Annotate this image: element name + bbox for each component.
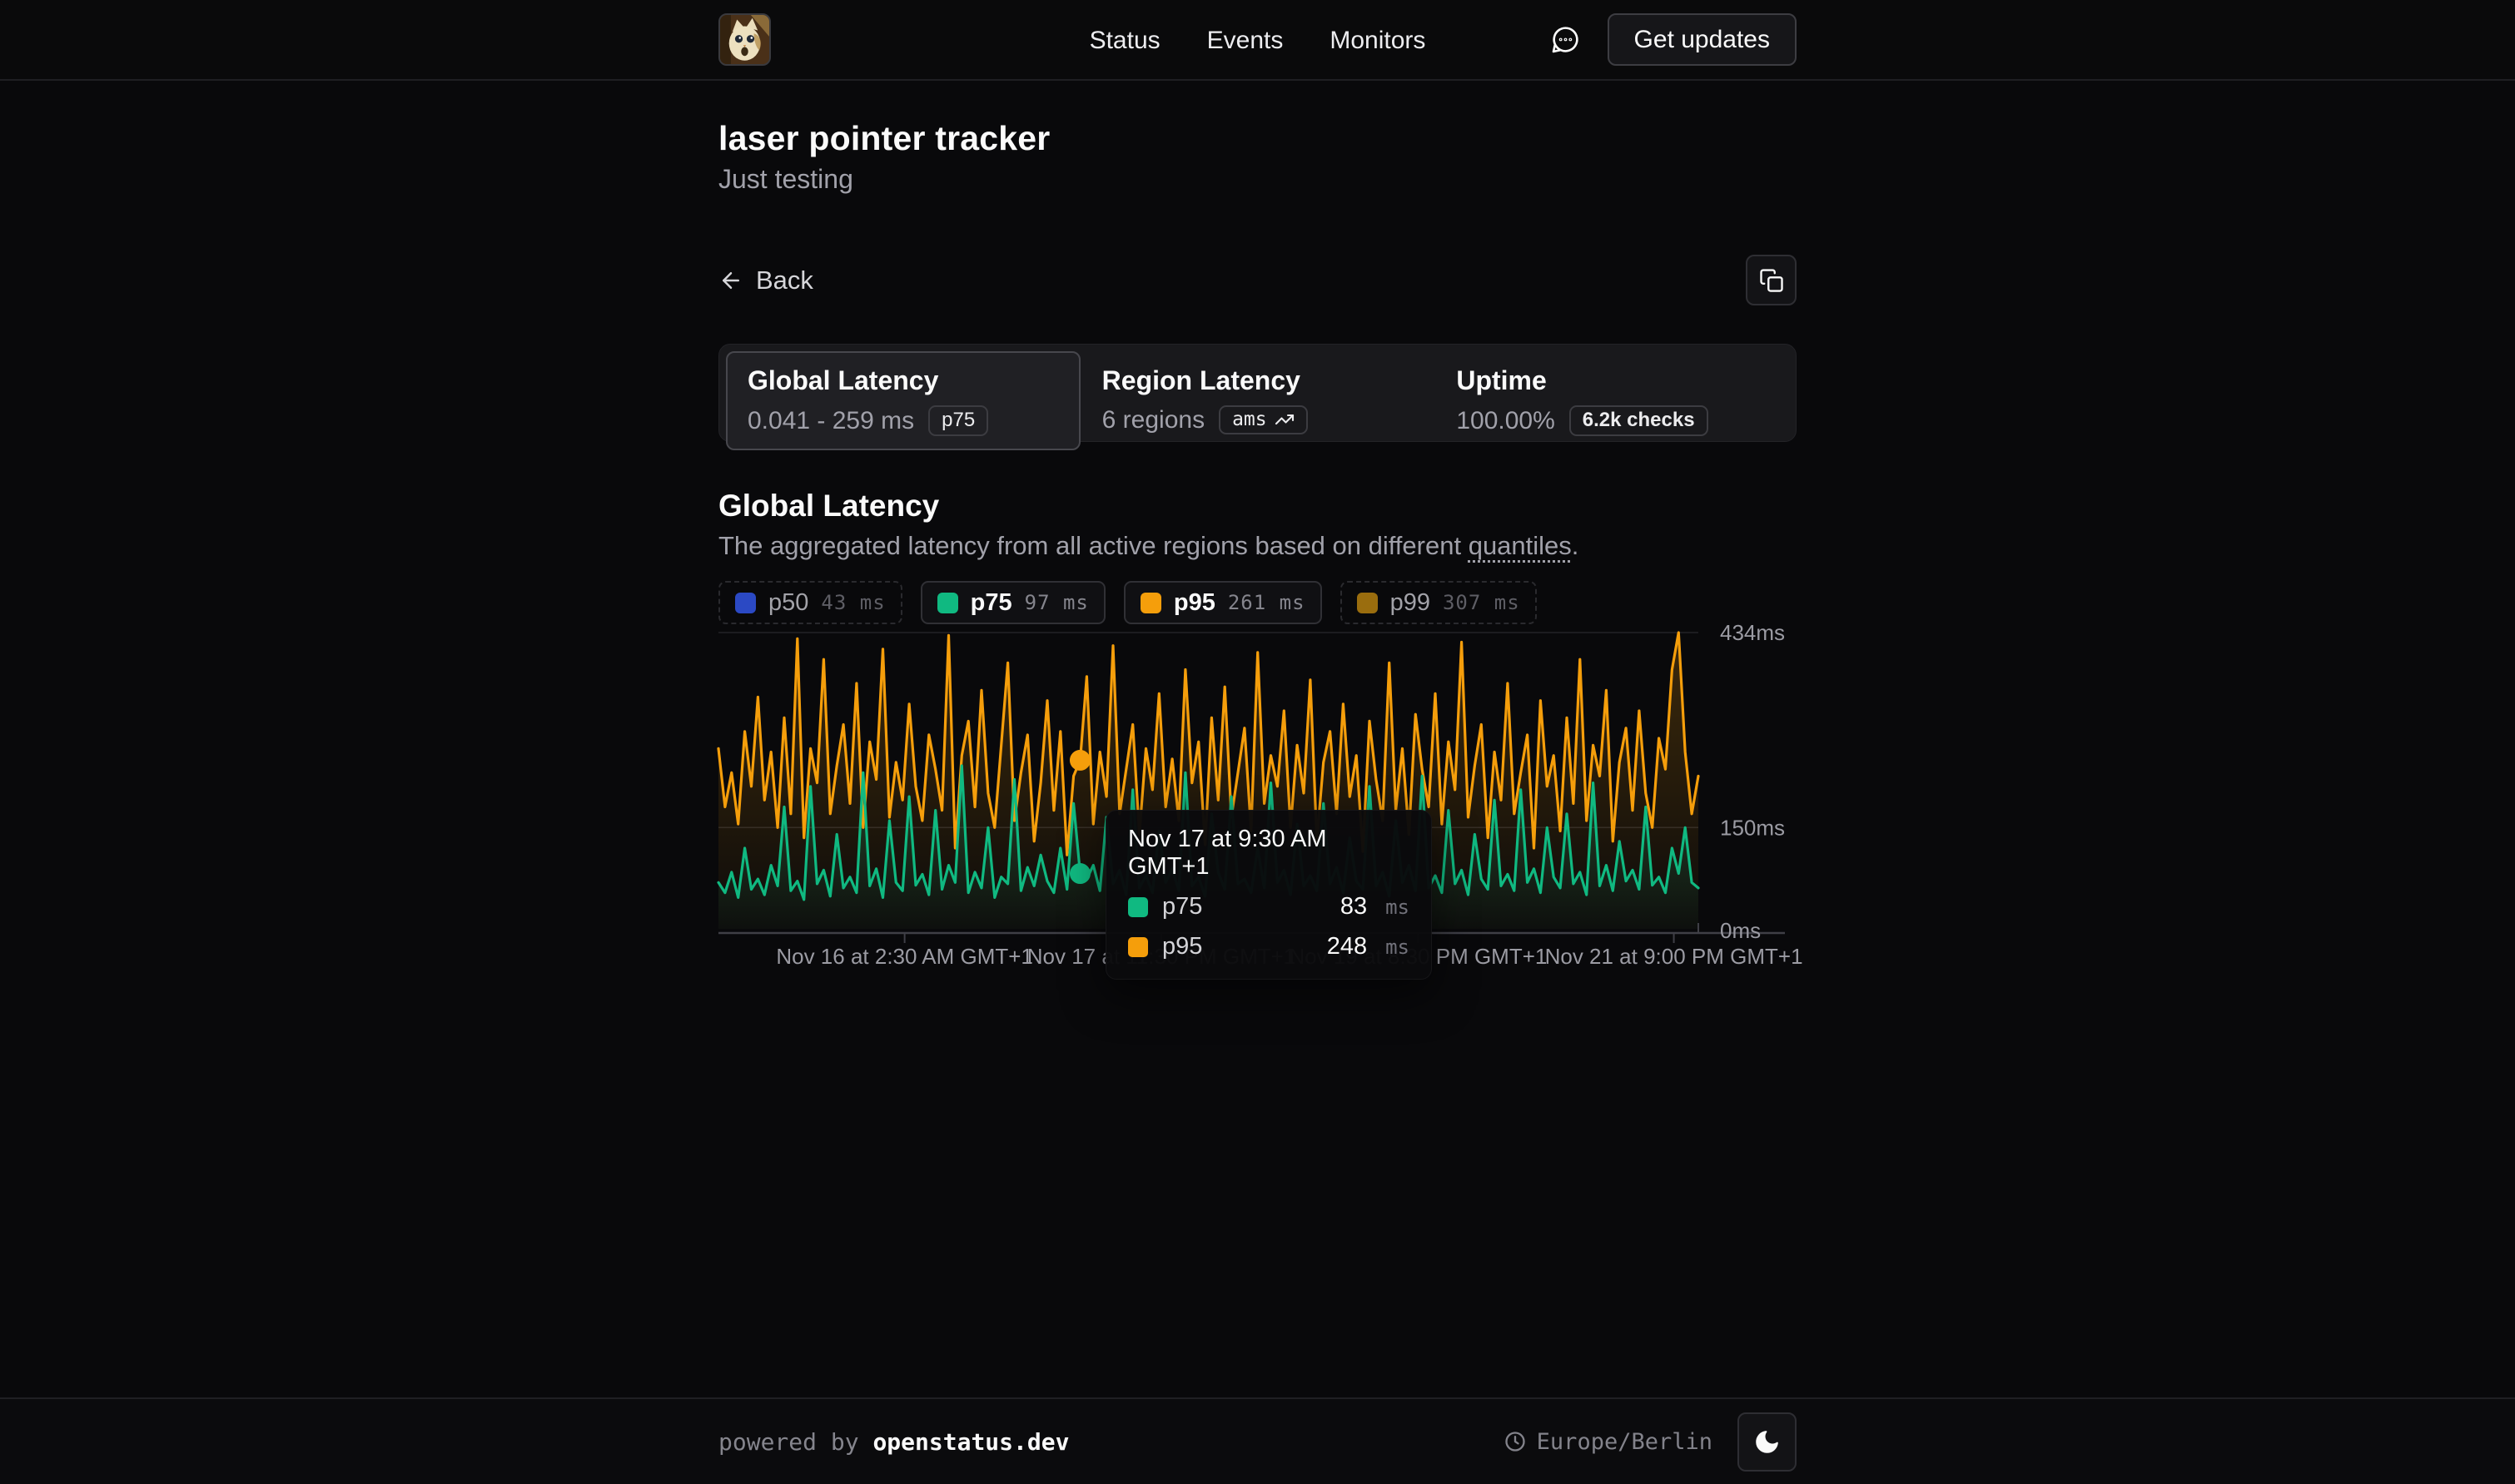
theme-toggle-button[interactable]: [1737, 1412, 1797, 1472]
legend-badge-p50[interactable]: p50 43 ms: [718, 581, 902, 624]
legend-label: p99: [1390, 589, 1430, 617]
section-description: The aggregated latency from all active r…: [718, 531, 1797, 561]
y-axis-label-434ms: 434ms: [1720, 620, 1785, 645]
navbar: Status Events Monitors Get updates: [0, 0, 2515, 81]
legend-value: 261 ms: [1228, 591, 1305, 614]
tab-uptime[interactable]: Uptime 100.00% 6.2k checks: [1434, 351, 1789, 450]
p75-swatch: [1128, 897, 1148, 917]
latency-chart-area: 434ms150ms0msNov 16 at 2:30 AM GMT+1Nov …: [718, 624, 1797, 984]
back-label: Back: [756, 266, 813, 295]
chart-legend: p50 43 ms p75 97 ms p95 261 ms p99 307 ms: [718, 581, 1797, 624]
tooltip-label: p75: [1162, 893, 1202, 921]
chat-bubble-icon: [1550, 24, 1581, 55]
description-period: .: [1572, 531, 1579, 560]
tab-badge: ams: [1219, 405, 1308, 434]
tab-value: 0.041 - 259 ms: [748, 407, 914, 435]
tab-region-latency[interactable]: Region Latency 6 regions ams: [1081, 351, 1435, 450]
powered-by: powered by openstatus.dev: [718, 1428, 1069, 1456]
tab-title: Uptime: [1456, 365, 1767, 396]
tooltip-unit: ms: [1385, 896, 1409, 919]
x-axis-label-3: Nov 21 at 9:00 PM GMT+1: [1545, 944, 1803, 969]
legend-value: 307 ms: [1443, 591, 1520, 614]
powered-by-text: powered by: [718, 1428, 859, 1456]
hover-dot-p95: [1070, 750, 1091, 771]
get-updates-button[interactable]: Get updates: [1608, 13, 1797, 66]
copy-icon: [1759, 268, 1784, 293]
hover-dot-p75: [1070, 863, 1091, 884]
tooltip-value: 248: [1327, 933, 1367, 960]
tab-value: 100.00%: [1456, 407, 1554, 435]
legend-value: 43 ms: [821, 591, 885, 614]
description-text: The aggregated latency from all active r…: [718, 531, 1469, 560]
status-page-logo[interactable]: [718, 13, 771, 66]
back-link[interactable]: Back: [718, 266, 813, 295]
tab-title: Global Latency: [748, 365, 1059, 396]
tooltip-row-p95: p95 248 ms: [1128, 933, 1409, 960]
y-axis-label-150ms: 150ms: [1720, 815, 1785, 840]
tooltip-row-p75: p75 83 ms: [1128, 893, 1409, 921]
tooltip-unit: ms: [1385, 936, 1409, 959]
legend-value: 97 ms: [1025, 591, 1089, 614]
p50-color-swatch: [735, 593, 756, 613]
legend-badge-p95[interactable]: p95 261 ms: [1124, 581, 1322, 624]
p95-color-swatch: [1141, 593, 1161, 613]
p75-color-swatch: [937, 593, 958, 613]
legend-label: p95: [1174, 589, 1215, 617]
tooltip-title: Nov 17 at 9:30 AM GMT+1: [1128, 826, 1409, 881]
feedback-chat-button[interactable]: [1550, 24, 1581, 55]
legend-badge-p99[interactable]: p99 307 ms: [1340, 581, 1537, 624]
openstatus-link[interactable]: openstatus.dev: [872, 1428, 1069, 1456]
nav-links: Status Events Monitors: [1090, 0, 1426, 81]
quantiles-link[interactable]: quantiles: [1469, 531, 1572, 560]
p95-swatch: [1128, 937, 1148, 957]
tab-badge: 6.2k checks: [1569, 405, 1708, 436]
tab-badge: p75: [928, 405, 988, 436]
tab-global-latency[interactable]: Global Latency 0.041 - 259 ms p75: [726, 351, 1081, 450]
nav-link-events[interactable]: Events: [1207, 27, 1284, 55]
tab-value: 6 regions: [1102, 406, 1205, 434]
copy-link-button[interactable]: [1746, 255, 1797, 305]
page-subtitle: Just testing: [718, 164, 1797, 195]
page-title: laser pointer tracker: [718, 119, 1797, 158]
footer: powered by openstatus.dev Europe/Berlin: [0, 1397, 2515, 1484]
tab-title: Region Latency: [1102, 365, 1414, 396]
timezone-display: Europe/Berlin: [1504, 1429, 1712, 1455]
nav-link-monitors[interactable]: Monitors: [1330, 27, 1425, 55]
legend-label: p50: [768, 589, 808, 617]
timezone-label: Europe/Berlin: [1537, 1429, 1712, 1455]
x-axis-label-0: Nov 16 at 2:30 AM GMT+1: [776, 944, 1033, 969]
metric-tabs: Global Latency 0.041 - 259 ms p75 Region La…: [718, 344, 1797, 442]
chart-tooltip: Nov 17 at 9:30 AM GMT+1 p75 83 ms p95 248 ms: [1106, 810, 1432, 980]
p99-color-swatch: [1357, 593, 1378, 613]
trending-up-icon: [1275, 409, 1295, 429]
section-title: Global Latency: [718, 489, 1797, 524]
tooltip-value: 83: [1340, 893, 1367, 921]
moon-icon: [1753, 1428, 1781, 1456]
clock-icon: [1504, 1430, 1527, 1453]
arrow-left-icon: [718, 268, 743, 293]
legend-badge-p75[interactable]: p75 97 ms: [921, 581, 1106, 624]
legend-label: p75: [971, 589, 1012, 617]
nav-link-status[interactable]: Status: [1090, 27, 1161, 55]
y-axis-label-0ms: 0ms: [1720, 918, 1761, 943]
tooltip-label: p95: [1162, 933, 1202, 960]
cat-logo-image: [720, 15, 769, 64]
